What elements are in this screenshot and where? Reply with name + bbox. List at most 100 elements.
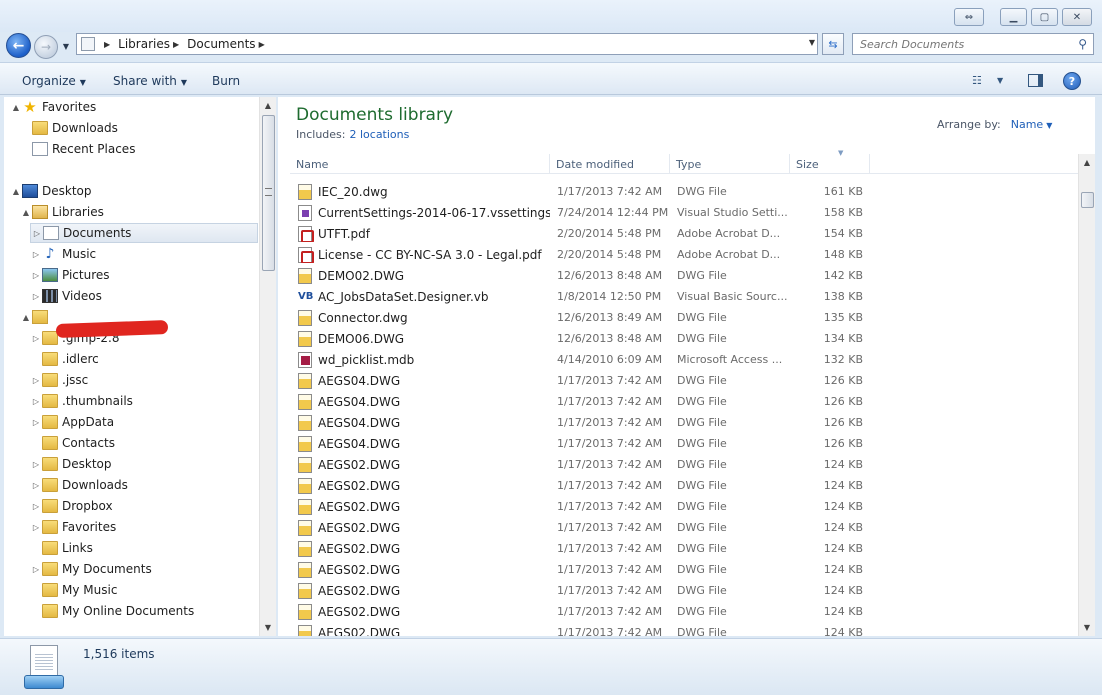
file-row[interactable]: AEGS02.DWG 1/17/2013 7:42 AM DWG File 124 K… [290,454,1078,475]
expand-arrow-icon[interactable]: ▷ [30,250,42,259]
file-row[interactable]: CurrentSettings-2014-06-17.vssettings 7/2… [290,202,1078,223]
scrollbar-thumb[interactable] [262,115,275,271]
address-history-dropdown-icon[interactable]: ▼ [809,38,815,47]
nav-item-documents[interactable]: ▷ Documents [30,223,258,243]
expand-arrow-icon[interactable]: ▷ [30,376,42,385]
nav-item-recent-places[interactable]: Recent Places [20,139,258,159]
file-row[interactable]: AEGS04.DWG 1/17/2013 7:42 AM DWG File 126 K… [290,412,1078,433]
nav-item-desktop[interactable]: ▷ Desktop [30,454,258,474]
expand-arrow-icon[interactable]: ▷ [31,229,43,238]
file-list-scrollbar[interactable]: ▲ ▼ [1078,154,1095,636]
file-row[interactable]: AEGS02.DWG 1/17/2013 7:42 AM DWG File 124 K… [290,601,1078,622]
column-header-type[interactable]: Type [670,154,790,174]
expand-arrow-icon[interactable]: ▷ [30,397,42,406]
file-row[interactable]: AEGS02.DWG 1/17/2013 7:42 AM DWG File 124 K… [290,517,1078,538]
organize-button[interactable]: Organize ▼ [22,74,86,88]
file-row[interactable]: DEMO02.DWG 12/6/2013 8:48 AM DWG File 142 K… [290,265,1078,286]
expand-arrow-icon[interactable]: ▷ [30,502,42,511]
share-with-button[interactable]: Share with ▼ [113,74,187,88]
search-icon[interactable]: ⚲ [1078,37,1087,51]
nav-item-links[interactable]: Links [30,538,258,558]
expand-arrow-icon[interactable]: ▷ [30,523,42,532]
expand-arrow-icon[interactable]: ▷ [30,481,42,490]
nav-item-pictures[interactable]: ▷ Pictures [30,265,258,285]
file-row[interactable]: License - CC BY-NC-SA 3.0 - Legal.pdf 2/2… [290,244,1078,265]
column-header-date-modified[interactable]: Date modified [550,154,670,174]
expand-arrow-icon[interactable]: ▷ [30,460,42,469]
file-row[interactable]: AEGS02.DWG 1/17/2013 7:42 AM DWG File 124 K… [290,538,1078,559]
burn-button[interactable]: Burn [212,74,240,88]
snap-icon[interactable]: ⇔ [954,8,984,26]
locations-link[interactable]: 2 locations [349,128,409,141]
more-views-button[interactable]: ▼ [997,71,1003,89]
file-row[interactable]: AEGS04.DWG 1/17/2013 7:42 AM DWG File 126 K… [290,370,1078,391]
breadcrumb-documents[interactable]: Documents ▶ [187,37,273,51]
file-row[interactable]: UTFT.pdf 2/20/2014 5:48 PM Adobe Acrobat D… [290,223,1078,244]
expand-arrow-icon[interactable]: ▷ [30,334,42,343]
expand-arrow-icon[interactable]: ▲ [10,187,22,196]
scroll-down-arrow-icon[interactable]: ▼ [1079,619,1095,636]
expand-arrow-icon[interactable]: ▷ [30,565,42,574]
nav-item-music[interactable]: ▷ ♪ Music [30,244,258,264]
maximize-button[interactable]: ▢ [1031,8,1058,26]
scroll-up-arrow-icon[interactable]: ▲ [260,97,276,114]
help-button[interactable]: ? [1063,72,1081,90]
nav-item-libraries[interactable]: ▲ Libraries [20,202,258,222]
file-row[interactable]: IEC_20.dwg 1/17/2013 7:42 AM DWG File 161 K… [290,181,1078,202]
file-row[interactable]: AEGS02.DWG 1/17/2013 7:42 AM DWG File 124 K… [290,559,1078,580]
file-row[interactable]: AEGS02.DWG 1/17/2013 7:42 AM DWG File 124 K… [290,475,1078,496]
file-row[interactable]: DEMO06.DWG 12/6/2013 8:48 AM DWG File 134 K… [290,328,1078,349]
file-row[interactable]: VB AC_JobsDataSet.Designer.vb 1/8/2014 12:… [290,286,1078,307]
file-row[interactable]: AEGS02.DWG 1/17/2013 7:42 AM DWG File 124 K… [290,496,1078,517]
expand-arrow-icon[interactable]: ▲ [20,208,32,217]
preview-pane-icon [1028,73,1043,87]
nav-item-my-online-documents[interactable]: My Online Documents [30,601,258,621]
scrollbar-thumb[interactable] [1081,192,1094,208]
navigation-scrollbar[interactable]: ▲ ▼ [259,97,276,636]
close-button[interactable]: ✕ [1062,8,1092,26]
nav-item-favorites[interactable]: ▲ ★ Favorites [10,97,258,117]
preview-pane-button[interactable] [1028,71,1043,89]
arrange-by-label: Arrange by: [937,118,1001,131]
change-view-button[interactable]: ☷ [972,71,982,89]
file-row[interactable]: AEGS02.DWG 1/17/2013 7:42 AM DWG File 124 K… [290,622,1078,636]
scroll-up-arrow-icon[interactable]: ▲ [1079,154,1095,171]
file-row[interactable]: Connector.dwg 12/6/2013 8:49 AM DWG File 13… [290,307,1078,328]
address-bar[interactable]: ▶ Libraries ▶ Documents ▶ ▼ [76,33,818,55]
nav-item-downloads[interactable]: Downloads [20,118,258,138]
breadcrumb-libraries[interactable]: Libraries ▶ [118,37,187,51]
back-button[interactable]: ← [6,33,31,58]
expand-arrow-icon[interactable]: ▷ [30,292,42,301]
refresh-button[interactable]: ⇆ [822,33,844,55]
search-input[interactable] [860,37,1060,51]
nav-item-desktop[interactable]: ▲ Desktop [10,181,258,201]
nav-item-dropbox[interactable]: ▷ Dropbox [30,496,258,516]
expand-arrow-icon[interactable]: ▷ [30,418,42,427]
expand-arrow-icon[interactable]: ▷ [30,271,42,280]
recent-pages-dropdown-icon[interactable]: ▼ [61,39,71,53]
file-row[interactable]: AEGS04.DWG 1/17/2013 7:42 AM DWG File 126 K… [290,391,1078,412]
file-row[interactable]: wd_picklist.mdb 4/14/2010 6:09 AM Microsof… [290,349,1078,370]
arrange-by-dropdown[interactable]: Name [1011,118,1043,131]
expand-arrow-icon[interactable]: ▲ [10,103,22,112]
column-header-name[interactable]: Name [290,154,550,174]
nav-item-thumbnails[interactable]: ▷ .thumbnails [30,391,258,411]
nav-item-appdata[interactable]: ▷ AppData [30,412,258,432]
file-row[interactable]: AEGS04.DWG 1/17/2013 7:42 AM DWG File 126 K… [290,433,1078,454]
scroll-down-arrow-icon[interactable]: ▼ [260,619,276,636]
forward-button[interactable]: → [34,35,58,59]
search-box[interactable]: ⚲ [852,33,1094,55]
nav-item-jssc[interactable]: ▷ .jssc [30,370,258,390]
nav-item-my-music[interactable]: My Music [30,580,258,600]
file-row[interactable]: AEGS02.DWG 1/17/2013 7:42 AM DWG File 124 K… [290,580,1078,601]
nav-item-favorites[interactable]: ▷ Favorites [30,517,258,537]
expand-arrow-icon[interactable]: ▲ [20,313,32,322]
nav-item-videos[interactable]: ▷ Videos [30,286,258,306]
nav-item-my-documents[interactable]: ▷ My Documents [30,559,258,579]
nav-item-contacts[interactable]: Contacts [30,433,258,453]
nav-item-idlerc[interactable]: .idlerc [30,349,258,369]
breadcrumb-root-arrow[interactable]: ▶ [101,40,118,49]
column-header-size[interactable]: Size [790,154,870,174]
nav-item-downloads[interactable]: ▷ Downloads [30,475,258,495]
minimize-button[interactable]: ▁ [1000,8,1027,26]
